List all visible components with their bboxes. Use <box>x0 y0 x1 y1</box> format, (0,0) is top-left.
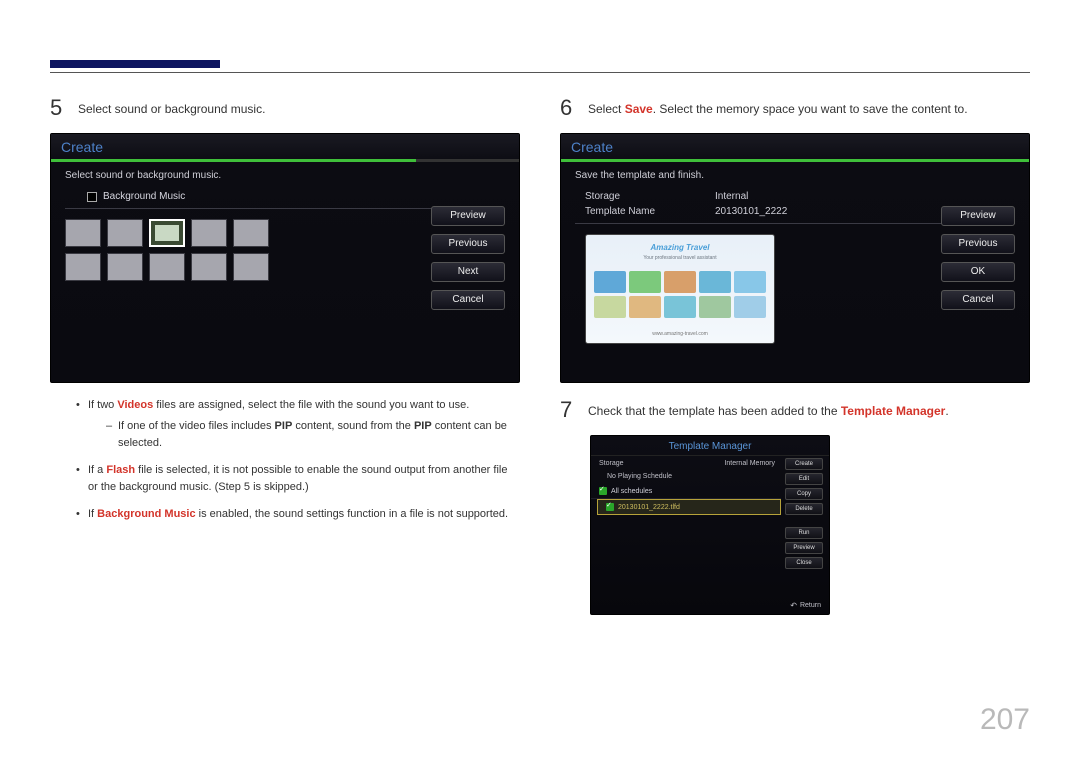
progress-fill <box>561 159 1029 162</box>
music-thumb-selected[interactable] <box>149 219 185 247</box>
checkbox-icon <box>87 192 97 202</box>
progress-track <box>51 159 519 162</box>
step-7-text: Check that the template has been added t… <box>588 397 949 420</box>
storage-row: Storage Internal <box>585 191 1015 202</box>
music-thumb[interactable] <box>191 253 227 281</box>
tm-storage-value: Internal Memory <box>724 460 775 467</box>
header-accent <box>50 60 220 68</box>
panel-instruction: Select sound or background music. <box>65 170 505 181</box>
checkbox-label: Background Music <box>103 191 185 202</box>
storage-label: Storage <box>585 191 685 202</box>
music-thumb[interactable] <box>149 253 185 281</box>
note-videos: If two Videos files are assigned, select… <box>76 397 520 452</box>
cancel-button[interactable]: Cancel <box>941 290 1015 310</box>
tm-run-button[interactable]: Run <box>785 527 823 539</box>
previous-button[interactable]: Previous <box>941 234 1015 254</box>
music-thumb[interactable] <box>65 253 101 281</box>
tm-return[interactable]: Return <box>790 601 821 610</box>
check-icon <box>606 503 614 511</box>
preview-button[interactable]: Preview <box>941 206 1015 226</box>
create-panel-save: Create Save the template and finish. Sto… <box>560 133 1030 383</box>
preview-button[interactable]: Preview <box>431 206 505 226</box>
music-thumb[interactable] <box>233 253 269 281</box>
preview-title: Amazing Travel <box>586 243 774 252</box>
template-manager-panel: Template Manager Storage Internal Memory… <box>590 435 830 615</box>
notes-list: If two Videos files are assigned, select… <box>50 397 520 533</box>
left-column: 5 Select sound or background music. Crea… <box>50 95 520 703</box>
tm-edit-button[interactable]: Edit <box>785 473 823 485</box>
panel-title: Create <box>571 139 613 155</box>
panel-title: Create <box>61 139 103 155</box>
progress-fill <box>51 159 416 162</box>
music-thumb[interactable] <box>107 219 143 247</box>
step-7: 7 Check that the template has been added… <box>560 397 1030 423</box>
tm-delete-button[interactable]: Delete <box>785 503 823 515</box>
background-music-checkbox[interactable]: Background Music <box>87 191 505 202</box>
step-6-text: Select Save. Select the memory space you… <box>588 95 968 118</box>
panel-instruction: Save the template and finish. <box>575 170 1015 181</box>
tm-selected-row[interactable]: 20130101_2222.tlfd <box>597 499 781 515</box>
template-name-label: Template Name <box>585 206 685 217</box>
preview-subtitle: Your professional travel assistant <box>586 255 774 261</box>
check-icon <box>599 487 607 495</box>
note-pip: If one of the video files includes PIP c… <box>106 418 520 452</box>
ok-button[interactable]: OK <box>941 262 1015 282</box>
step-6-number: 6 <box>560 95 576 121</box>
tm-all-label: All schedules <box>611 488 652 495</box>
step-5-number: 5 <box>50 95 66 121</box>
note-flash: If a Flash file is selected, it is not p… <box>76 462 520 496</box>
header-rule <box>50 72 1030 73</box>
music-thumb[interactable] <box>233 219 269 247</box>
storage-value: Internal <box>715 191 748 202</box>
music-thumb[interactable] <box>191 219 227 247</box>
tm-copy-button[interactable]: Copy <box>785 488 823 500</box>
step-7-number: 7 <box>560 397 576 423</box>
tm-title: Template Manager <box>591 436 829 456</box>
create-panel-music: Create Select sound or background music.… <box>50 133 520 383</box>
right-column: 6 Select Save. Select the memory space y… <box>560 95 1030 703</box>
template-name-value: 20130101_2222 <box>715 206 787 217</box>
tm-close-button[interactable]: Close <box>785 557 823 569</box>
page-number: 207 <box>980 703 1030 737</box>
tm-all-schedules-row[interactable]: All schedules <box>591 484 781 499</box>
music-thumb[interactable] <box>65 219 101 247</box>
next-button[interactable]: Next <box>431 262 505 282</box>
preview-footer: www.amazing-travel.com <box>586 331 774 337</box>
step-5: 5 Select sound or background music. <box>50 95 520 121</box>
tm-create-button[interactable]: Create <box>785 458 823 470</box>
tm-storage-label: Storage <box>599 460 624 467</box>
tm-preview-button[interactable]: Preview <box>785 542 823 554</box>
step-5-text: Select sound or background music. <box>78 95 265 118</box>
previous-button[interactable]: Previous <box>431 234 505 254</box>
cancel-button[interactable]: Cancel <box>431 290 505 310</box>
template-preview-image: Amazing Travel Your professional travel … <box>585 234 775 344</box>
music-thumb[interactable] <box>107 253 143 281</box>
step-6: 6 Select Save. Select the memory space y… <box>560 95 1030 121</box>
progress-track <box>561 159 1029 162</box>
tm-file-name: 20130101_2222.tlfd <box>618 504 680 511</box>
note-bgmusic: If Background Music is enabled, the soun… <box>76 506 520 523</box>
